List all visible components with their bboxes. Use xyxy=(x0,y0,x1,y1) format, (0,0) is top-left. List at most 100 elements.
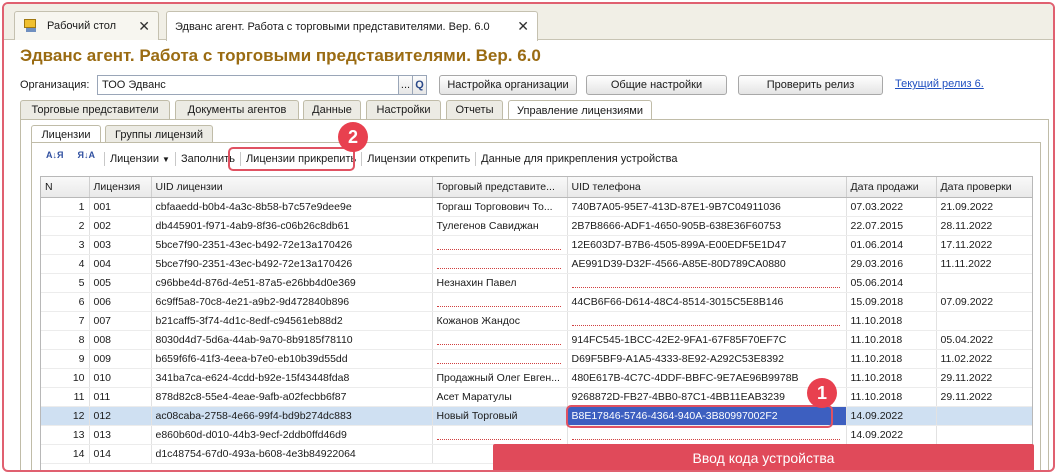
column-header[interactable]: Лицензия xyxy=(89,177,152,198)
table-cell-sale[interactable]: 11.10.2018 xyxy=(846,349,937,369)
table-cell-agent[interactable] xyxy=(432,292,568,312)
table-cell-lic[interactable]: 010 xyxy=(89,368,152,388)
table-cell-uid[interactable]: db445901-f971-4ab9-8f36-c06b26c8db61 xyxy=(151,216,433,236)
table-cell-lic[interactable]: 002 xyxy=(89,216,152,236)
table-cell-phone[interactable]: 740B7A05-95E7-413D-87E1-9B7C04911036 xyxy=(567,197,847,217)
table-cell-n[interactable]: 10 xyxy=(41,368,90,388)
table-cell-agent[interactable]: Продажный Олег Евген... xyxy=(432,368,568,388)
table-cell-uid[interactable]: 5bce7f90-2351-43ec-b492-72e13a170426 xyxy=(151,235,433,255)
table-row[interactable]: 6 006 6c9ff5a8-70c8-4e21-a9b2-9d472840b896… xyxy=(41,292,1032,312)
table-cell-agent[interactable]: Кожанов Жандос xyxy=(432,311,568,331)
tab-trade-reps[interactable]: Торговые представители xyxy=(20,100,170,119)
tab-agent-documents[interactable]: Документы агентов xyxy=(175,100,299,119)
table-row[interactable]: 2 002 db445901-f971-4ab9-8f36-c06b26c8db61… xyxy=(41,216,1032,236)
table-cell-lic[interactable]: 008 xyxy=(89,330,152,350)
table-row[interactable]: 13 013 e860b60d-d010-44b3-9ecf-2ddb0ffd46d… xyxy=(41,425,1032,445)
table-row[interactable]: 12 012 ac08caba-2758-4e66-99f4-bd9b274dc88… xyxy=(41,406,1032,426)
table-row[interactable]: 9 009 b659f6f6-41f3-4eea-b7e0-eb10b39d55dd… xyxy=(41,349,1032,369)
table-cell-agent[interactable] xyxy=(432,425,568,445)
table-cell-n[interactable]: 9 xyxy=(41,349,90,369)
table-row[interactable]: 5 005 c96bbe4d-876d-4e51-87a5-e26bb4d0e369… xyxy=(41,273,1032,293)
table-cell-uid[interactable]: e860b60d-d010-44b3-9ecf-2ddb0ffd46d9 xyxy=(151,425,433,445)
current-release-link[interactable]: Текущий релиз 6. xyxy=(895,78,984,90)
table-cell-check[interactable]: 29.11.2022 xyxy=(936,368,1032,388)
table-cell-uid[interactable]: 6c9ff5a8-70c8-4e21-a9b2-9d472840b896 xyxy=(151,292,433,312)
table-cell-agent[interactable] xyxy=(432,254,568,274)
table-cell-n[interactable]: 5 xyxy=(41,273,90,293)
table-cell-uid[interactable]: 5bce7f90-2351-43ec-b492-72e13a170426 xyxy=(151,254,433,274)
table-cell-phone[interactable]: 12E603D7-B7B6-4505-899A-E00EDF5E1D47 xyxy=(567,235,847,255)
table-cell-lic[interactable]: 014 xyxy=(89,444,152,464)
table-cell-phone[interactable]: 480E617B-4C7C-4DDF-BBFC-9E7AE96B9978B xyxy=(567,368,847,388)
table-cell-uid[interactable]: 341ba7ca-e624-4cdd-b92e-15f43448fda8 xyxy=(151,368,433,388)
table-row[interactable]: 11 011 878d82c8-55e4-4eae-9afb-a02fecbb6f8… xyxy=(41,387,1032,407)
tab-reports[interactable]: Отчеты xyxy=(446,100,503,119)
table-cell-check[interactable] xyxy=(936,273,1032,293)
table-cell-sale[interactable]: 05.06.2014 xyxy=(846,273,937,293)
tab-settings[interactable]: Настройки xyxy=(366,100,441,119)
column-header[interactable]: N xyxy=(41,177,90,198)
table-cell-lic[interactable]: 011 xyxy=(89,387,152,407)
table-cell-n[interactable]: 2 xyxy=(41,216,90,236)
table-cell-agent[interactable] xyxy=(432,349,568,369)
table-cell-check[interactable]: 11.11.2022 xyxy=(936,254,1032,274)
search-icon[interactable]: Q xyxy=(412,75,427,95)
table-cell-sale[interactable]: 07.03.2022 xyxy=(846,197,937,217)
table-cell-sale[interactable]: 15.09.2018 xyxy=(846,292,937,312)
column-header[interactable]: Дата проверки xyxy=(936,177,1032,198)
table-cell-sale[interactable]: 11.10.2018 xyxy=(846,387,937,407)
general-settings-button[interactable]: Общие настройки xyxy=(586,75,727,95)
table-cell-lic[interactable]: 001 xyxy=(89,197,152,217)
table-cell-phone[interactable]: D69F5BF9-A1A5-4333-8E92-A292C53E8392 xyxy=(567,349,847,369)
table-cell-uid[interactable]: 878d82c8-55e4-4eae-9afb-a02fecbb6f87 xyxy=(151,387,433,407)
table-cell-sale[interactable]: 29.03.2016 xyxy=(846,254,937,274)
table-cell-n[interactable]: 13 xyxy=(41,425,90,445)
table-row[interactable]: 3 003 5bce7f90-2351-43ec-b492-72e13a170426… xyxy=(41,235,1032,255)
table-cell-agent[interactable] xyxy=(432,235,568,255)
table-cell-sale[interactable]: 11.10.2018 xyxy=(846,311,937,331)
table-cell-check[interactable]: 17.11.2022 xyxy=(936,235,1032,255)
table-cell-uid[interactable]: c96bbe4d-876d-4e51-87a5-e26bb4d0e369 xyxy=(151,273,433,293)
column-header[interactable]: Дата продажи xyxy=(846,177,937,198)
table-cell-check[interactable]: 11.02.2022 xyxy=(936,349,1032,369)
table-row[interactable]: 1 001 cbfaaedd-b0b4-4a3c-8b58-b7c57e9dee9e… xyxy=(41,197,1032,217)
table-cell-uid[interactable]: ac08caba-2758-4e66-99f4-bd9b274dc883 xyxy=(151,406,433,426)
table-cell-sale[interactable]: 22.07.2015 xyxy=(846,216,937,236)
table-cell-n[interactable]: 14 xyxy=(41,444,90,464)
table-cell-phone[interactable]: 9268872D-FB27-4BB0-87C1-4BB11EAB3239 xyxy=(567,387,847,407)
select-organization-button[interactable]: ... xyxy=(398,75,413,95)
table-cell-n[interactable]: 4 xyxy=(41,254,90,274)
organization-field[interactable]: ТОО Эдванс xyxy=(97,75,399,95)
org-settings-button[interactable]: Настройка организации xyxy=(439,75,577,95)
table-cell-n[interactable]: 12 xyxy=(41,406,90,426)
column-header[interactable]: UID телефона xyxy=(567,177,847,198)
table-row[interactable]: 7 007 b21caff5-3f74-4d1c-8edf-c94561eb88d2… xyxy=(41,311,1032,331)
table-cell-n[interactable]: 11 xyxy=(41,387,90,407)
table-cell-uid[interactable]: d1c48754-67d0-493a-b608-4e3b84922064 xyxy=(151,444,433,464)
table-cell-sale[interactable]: 14.09.2022 xyxy=(846,406,937,426)
device-data-button[interactable]: Данные для прикрепления устройства xyxy=(476,149,682,169)
table-cell-check[interactable]: 28.11.2022 xyxy=(936,216,1032,236)
table-cell-agent[interactable]: Асет Маратулы xyxy=(432,387,568,407)
detach-licenses-button[interactable]: Лицензии открепить xyxy=(362,149,475,169)
table-cell-uid[interactable]: 8030d4d7-5d6a-44ab-9a70-8b9185f78110 xyxy=(151,330,433,350)
table-cell-agent[interactable]: Новый Торговый xyxy=(432,406,568,426)
table-cell-uid[interactable]: cbfaaedd-b0b4-4a3c-8b58-b7c57e9dee9e xyxy=(151,197,433,217)
table-cell-lic[interactable]: 013 xyxy=(89,425,152,445)
table-row[interactable]: 4 004 5bce7f90-2351-43ec-b492-72e13a170426… xyxy=(41,254,1032,274)
table-cell-agent[interactable]: Незнахин Павел xyxy=(432,273,568,293)
table-cell-n[interactable]: 8 xyxy=(41,330,90,350)
table-cell-check[interactable] xyxy=(936,406,1032,426)
table-cell-n[interactable]: 3 xyxy=(41,235,90,255)
tab-license-groups[interactable]: Группы лицензий xyxy=(105,125,213,143)
column-header[interactable]: Торговый представите... xyxy=(432,177,568,198)
close-icon[interactable]: ✕ xyxy=(517,19,529,33)
tab-desktop[interactable]: Рабочий стол ✕ xyxy=(14,11,159,40)
table-cell-n[interactable]: 7 xyxy=(41,311,90,331)
close-icon[interactable]: ✕ xyxy=(138,19,150,33)
check-release-button[interactable]: Проверить релиз xyxy=(738,75,883,95)
table-cell-lic[interactable]: 003 xyxy=(89,235,152,255)
table-cell-sale[interactable]: 11.10.2018 xyxy=(846,368,937,388)
table-cell-check[interactable]: 21.09.2022 xyxy=(936,197,1032,217)
table-cell-lic[interactable]: 007 xyxy=(89,311,152,331)
